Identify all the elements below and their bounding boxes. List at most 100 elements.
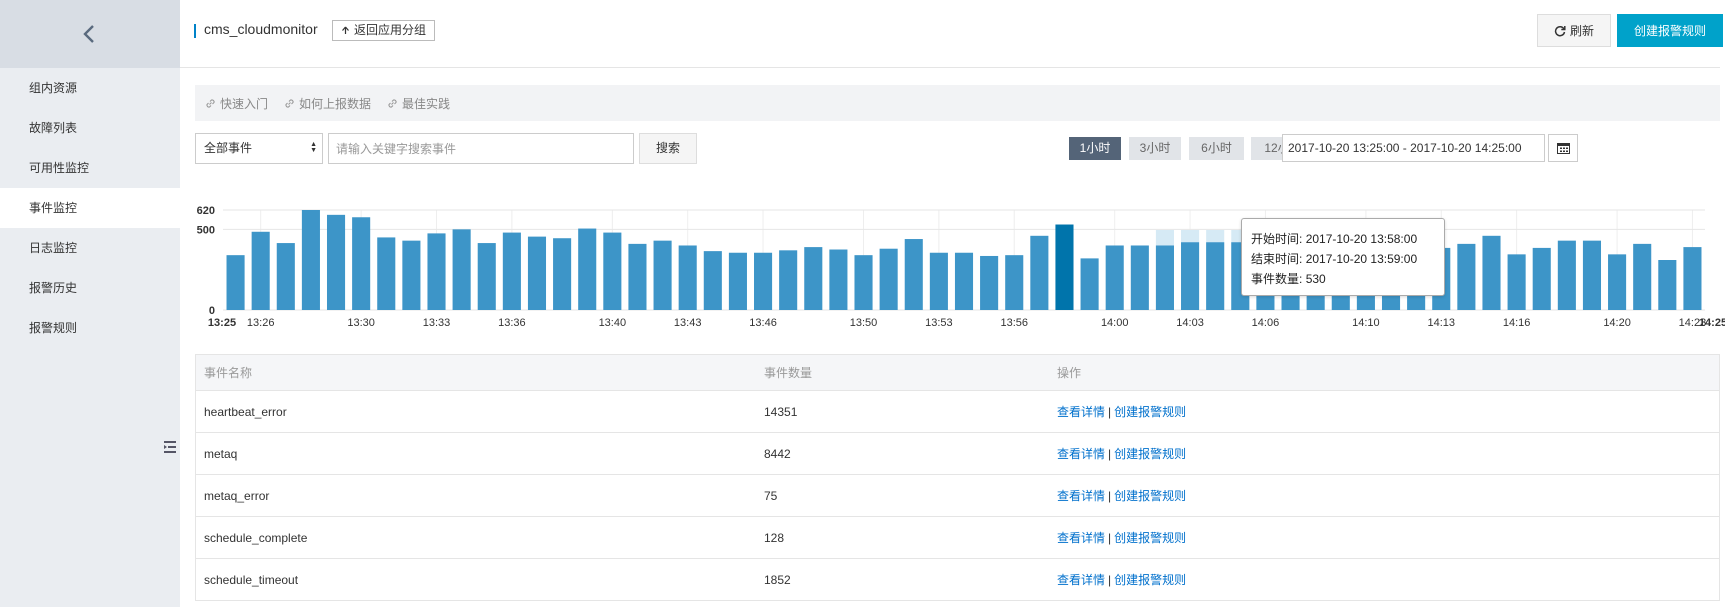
sidebar-item-event-monitor[interactable]: 事件监控 [0, 188, 180, 228]
link-icon [206, 98, 215, 108]
sidebar-item-fault-list[interactable]: 故障列表 [0, 108, 180, 148]
sidebar-toggle-tab[interactable] [160, 424, 180, 470]
event-search-input[interactable] [328, 133, 634, 164]
back-to-group-button[interactable]: 返回应用分组 [332, 20, 436, 41]
table-row: metaq_error 75 查看详情 | 创建报警规则 [196, 475, 1719, 517]
refresh-button[interactable]: 刷新 [1537, 14, 1611, 47]
chart-bar[interactable] [226, 255, 245, 310]
chart-bar[interactable] [377, 237, 396, 310]
date-range-field[interactable]: 2017-10-20 13:25:00 - 2017-10-20 14:25:0… [1282, 134, 1545, 162]
tooltip-start-row: 开始时间: 2017-10-20 13:58:00 [1251, 232, 1418, 246]
sidebar-item-alarm-history[interactable]: 报警历史 [0, 268, 180, 308]
operation-cell: 查看详情 | 创建报警规则 [1051, 571, 1186, 588]
chart-bar[interactable] [1557, 240, 1576, 310]
chart-bar[interactable] [703, 251, 722, 310]
chart-bar[interactable] [1005, 255, 1024, 310]
sidebar-item-availability[interactable]: 可用性监控 [0, 148, 180, 188]
chart-bar[interactable] [553, 238, 572, 310]
chart-bar[interactable] [854, 255, 873, 310]
chart-bar[interactable] [402, 240, 421, 310]
create-rule-link[interactable]: 创建报警规则 [1114, 489, 1186, 503]
event-type-select[interactable]: 全部事件 ▲ ▼ [195, 133, 323, 164]
chart-bar[interactable] [1457, 243, 1476, 310]
help-link-report-data[interactable]: 如何上报数据 [284, 95, 371, 112]
search-button[interactable]: 搜索 [639, 133, 697, 164]
view-detail-link[interactable]: 查看详情 [1057, 405, 1105, 419]
main-content: cms_cloudmonitor 返回应用分组 刷新 创建报警规则 快速入门 如… [180, 0, 1733, 607]
calendar-button[interactable] [1548, 134, 1578, 162]
chart-bar[interactable] [1155, 245, 1174, 310]
refresh-icon [1554, 25, 1566, 36]
chart-bar[interactable] [1206, 242, 1225, 310]
range-1h-button[interactable]: 1小时 [1069, 137, 1121, 160]
create-rule-link[interactable]: 创建报警规则 [1114, 447, 1186, 461]
select-arrows-icon: ▲ ▼ [310, 141, 317, 154]
view-detail-link[interactable]: 查看详情 [1057, 489, 1105, 503]
chart-bar[interactable] [980, 255, 999, 310]
chart-bar[interactable] [1532, 247, 1551, 310]
chart-bar[interactable] [1582, 240, 1602, 310]
chart-bar[interactable] [477, 243, 496, 310]
chart-bar[interactable] [1181, 242, 1200, 310]
chart-bar[interactable] [427, 233, 446, 310]
chart-bar[interactable] [276, 243, 295, 310]
sidebar-collapse-button[interactable] [0, 0, 180, 68]
chart-bar[interactable] [452, 229, 471, 310]
chart-bar[interactable] [251, 231, 270, 310]
chart-bar[interactable] [1130, 245, 1149, 310]
chart-bar[interactable] [578, 228, 597, 310]
table-header: 事件名称 事件数量 操作 [196, 355, 1719, 391]
chart-bar[interactable] [301, 210, 320, 310]
chart-bar[interactable] [352, 217, 371, 310]
chart-bar[interactable] [804, 247, 823, 310]
range-6h-button[interactable]: 6小时 [1189, 137, 1244, 160]
chart-bar[interactable] [779, 250, 798, 310]
view-detail-link[interactable]: 查看详情 [1057, 447, 1105, 461]
help-link-best-practice[interactable]: 最佳实践 [387, 95, 450, 112]
chart-bar[interactable] [904, 239, 923, 310]
chart-bar[interactable] [929, 252, 948, 310]
sidebar-item-log-monitor[interactable]: 日志监控 [0, 228, 180, 268]
chart-bar[interactable] [603, 232, 622, 310]
range-3h-button[interactable]: 3小时 [1129, 137, 1181, 160]
view-detail-link[interactable]: 查看详情 [1057, 573, 1105, 587]
event-name-cell: metaq_error [204, 488, 270, 503]
op-separator: | [1108, 489, 1112, 503]
chart-bar[interactable] [1055, 224, 1074, 310]
chart-bar[interactable] [954, 252, 974, 310]
chart-bar[interactable] [1658, 260, 1677, 310]
chart-bar[interactable] [879, 248, 898, 310]
create-rule-link[interactable]: 创建报警规则 [1114, 405, 1186, 419]
sidebar-item-alarm-rules[interactable]: 报警规则 [0, 308, 180, 348]
operation-cell: 查看详情 | 创建报警规则 [1051, 529, 1186, 546]
chart-bar[interactable] [1683, 247, 1702, 310]
chart-bar[interactable] [502, 232, 521, 310]
operation-cell: 查看详情 | 创建报警规则 [1051, 445, 1186, 462]
chart-bar[interactable] [829, 249, 848, 310]
sidebar-item-group-resources[interactable]: 组内资源 [0, 68, 180, 108]
chart-bar[interactable] [1030, 235, 1049, 310]
chart-bar[interactable] [628, 243, 647, 310]
create-rule-link[interactable]: 创建报警规则 [1114, 531, 1186, 545]
x-tick-label: 13:26 [247, 317, 275, 329]
create-alarm-rule-button[interactable]: 创建报警规则 [1617, 14, 1723, 47]
chart-bar[interactable] [527, 236, 547, 310]
chart-bar[interactable] [653, 240, 672, 310]
chart-bar[interactable] [754, 252, 773, 310]
chart-bar[interactable] [728, 252, 747, 310]
chart-bar[interactable] [1608, 254, 1627, 310]
chart-bar[interactable] [326, 214, 346, 310]
chart-bar[interactable] [678, 245, 697, 310]
chart-bar[interactable] [1105, 245, 1124, 310]
event-count-chart[interactable]: 620500013:25 14:2513:26 13:30 13:33 13:36 13:… [195, 196, 1725, 332]
help-link-quick-start[interactable]: 快速入门 [205, 95, 268, 112]
refresh-label: 刷新 [1569, 24, 1594, 38]
chart-bar[interactable] [1633, 243, 1652, 310]
create-rule-link[interactable]: 创建报警规则 [1114, 573, 1186, 587]
view-detail-link[interactable]: 查看详情 [1057, 531, 1105, 545]
table-row: metaq 8442 查看详情 | 创建报警规则 [196, 433, 1719, 475]
back-arrow-icon [342, 26, 349, 34]
chart-bar[interactable] [1482, 235, 1501, 310]
chart-bar[interactable] [1080, 258, 1099, 310]
chart-bar[interactable] [1507, 254, 1526, 310]
